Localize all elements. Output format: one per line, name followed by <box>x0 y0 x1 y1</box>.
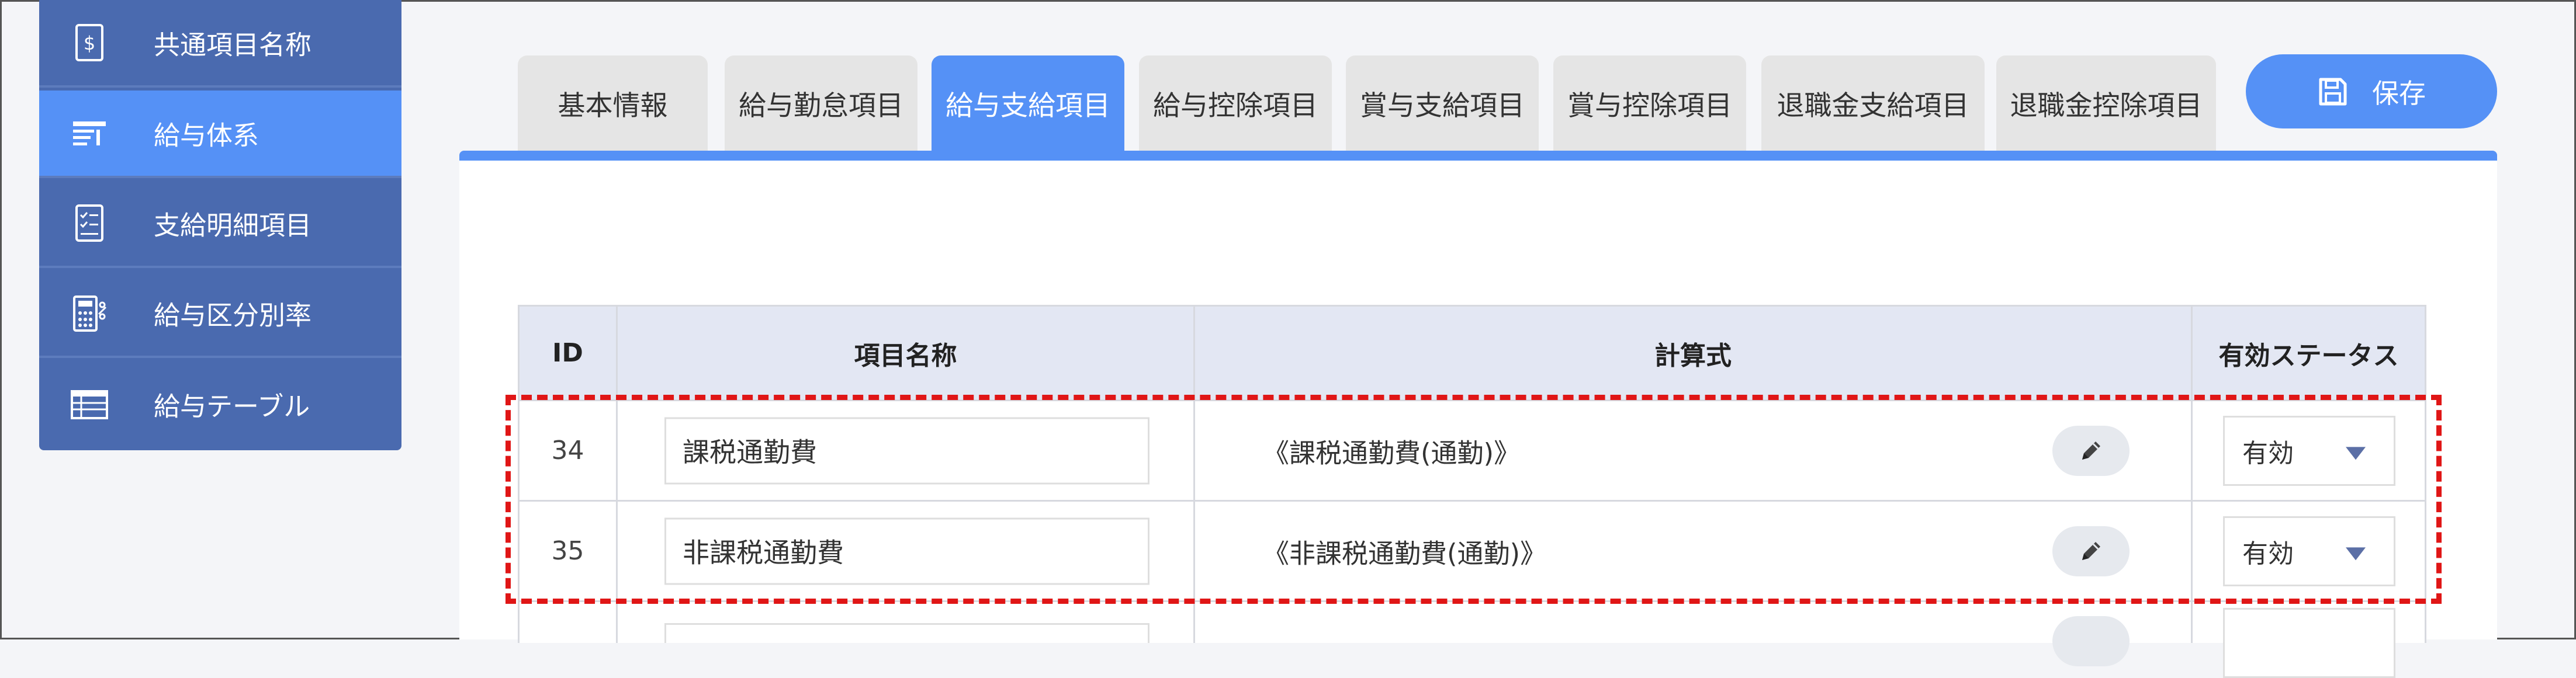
tab-bonus-deduction-items[interactable]: 賞与控除項目 <box>1553 55 1746 151</box>
sidebar-item-label: 給与テーブル <box>154 391 310 422</box>
sidebar: $ 共通項目名称 給与体系 支給明細項目 給与区分別率 給与テーブル <box>39 0 401 450</box>
status-value: 有効 <box>2242 438 2294 468</box>
row-id: 35 <box>520 502 618 600</box>
table-list-icon <box>71 390 108 419</box>
svg-text:$: $ <box>84 32 95 54</box>
item-name-cell <box>618 602 1195 643</box>
status-value: 有効 <box>2242 538 2294 569</box>
row-id: 34 <box>520 401 618 500</box>
status-select[interactable]: 有効 <box>2223 415 2395 486</box>
table-header-row: ID 項目名称 計算式 有効ステータス <box>518 305 2426 401</box>
status-cell: 有効 <box>2193 401 2425 500</box>
item-name-input[interactable]: 課税通勤費 <box>664 417 1149 484</box>
tab-basic-info[interactable]: 基本情報 <box>518 55 708 151</box>
formula-cell <box>1195 602 2193 666</box>
tab-label: 給与勤怠項目 <box>739 90 903 122</box>
tab-label: 退職金控除項目 <box>2010 90 2203 122</box>
item-name-cell: 課税通勤費 <box>618 401 1195 500</box>
edit-formula-button[interactable] <box>2052 425 2130 476</box>
formula-cell: 《非課税通勤費(通勤)》 <box>1195 502 2193 600</box>
column-header-item-name: 項目名称 <box>618 307 1195 399</box>
tab-label: 賞与控除項目 <box>1567 90 1732 122</box>
tab-payroll-payment-items[interactable]: 給与支給項目 <box>932 55 1124 151</box>
tab-label: 賞与支給項目 <box>1360 90 1525 122</box>
save-button-label: 保存 <box>2372 77 2426 109</box>
calculator-icon <box>73 295 107 332</box>
checklist-icon <box>75 204 103 242</box>
payroll-structure-icon <box>73 121 106 145</box>
dollar-document-icon: $ <box>75 24 103 61</box>
item-name-input[interactable] <box>664 623 1149 643</box>
formula-text: 《非課税通勤費(通勤)》 <box>1263 538 1547 569</box>
item-name-input[interactable]: 非課税通勤費 <box>664 517 1149 585</box>
column-header-id: ID <box>520 307 618 399</box>
status-cell: 有効 <box>2193 502 2425 600</box>
tab-bonus-payment-items[interactable]: 賞与支給項目 <box>1346 55 1539 151</box>
tab-payroll-attendance-items[interactable]: 給与勤怠項目 <box>725 55 917 151</box>
table-row <box>518 602 2426 678</box>
table-row: 35 非課税通勤費 《非課税通勤費(通勤)》 有効 <box>518 502 2426 602</box>
sidebar-item-payroll-rates[interactable]: 給与区分別率 <box>39 270 401 358</box>
pencil-icon <box>2082 541 2100 560</box>
sidebar-item-label: 支給明細項目 <box>154 210 312 241</box>
formula-text: 《課税通勤費(通勤)》 <box>1263 437 1521 468</box>
sidebar-item-label: 給与体系 <box>154 120 259 151</box>
status-cell <box>2193 602 2425 678</box>
formula-cell: 《課税通勤費(通勤)》 <box>1195 401 2193 500</box>
chevron-down-icon <box>2346 547 2366 560</box>
status-select[interactable]: 有効 <box>2223 516 2395 586</box>
tab-label: 退職金支給項目 <box>1777 90 1969 122</box>
item-name-cell: 非課税通勤費 <box>618 502 1195 600</box>
pencil-icon <box>2082 441 2100 460</box>
sidebar-item-label: 給与区分別率 <box>154 300 312 331</box>
column-header-status: 有効ステータス <box>2218 340 2399 371</box>
tab-underline-bar <box>459 151 2497 161</box>
chevron-down-icon <box>2346 446 2366 460</box>
save-button[interactable]: 保存 <box>2246 54 2497 128</box>
tab-retirement-deduction-items[interactable]: 退職金控除項目 <box>1996 55 2216 151</box>
tab-label: 給与支給項目 <box>946 90 1110 122</box>
sidebar-item-payroll-table[interactable]: 給与テーブル <box>39 360 401 448</box>
status-select[interactable] <box>2223 608 2395 678</box>
sidebar-item-common-item-names[interactable]: $ 共通項目名称 <box>39 0 401 88</box>
edit-formula-button[interactable] <box>2052 526 2130 576</box>
sidebar-item-payslip-items[interactable]: 支給明細項目 <box>39 180 401 268</box>
edit-formula-button[interactable] <box>2052 616 2130 666</box>
row-id <box>520 602 618 643</box>
tab-label: 基本情報 <box>558 90 668 122</box>
sidebar-item-label: 共通項目名称 <box>154 29 312 61</box>
sidebar-item-payroll-structure[interactable]: 給与体系 <box>39 91 401 178</box>
table-row: 34 課税通勤費 《課税通勤費(通勤)》 有効 <box>518 401 2426 502</box>
tab-retirement-payment-items[interactable]: 退職金支給項目 <box>1761 55 1985 151</box>
tab-label: 給与控除項目 <box>1153 90 1318 122</box>
column-header-formula: 計算式 <box>1195 307 2193 399</box>
floppy-disk-icon <box>2319 78 2347 105</box>
tab-payroll-deduction-items[interactable]: 給与控除項目 <box>1139 55 1332 151</box>
